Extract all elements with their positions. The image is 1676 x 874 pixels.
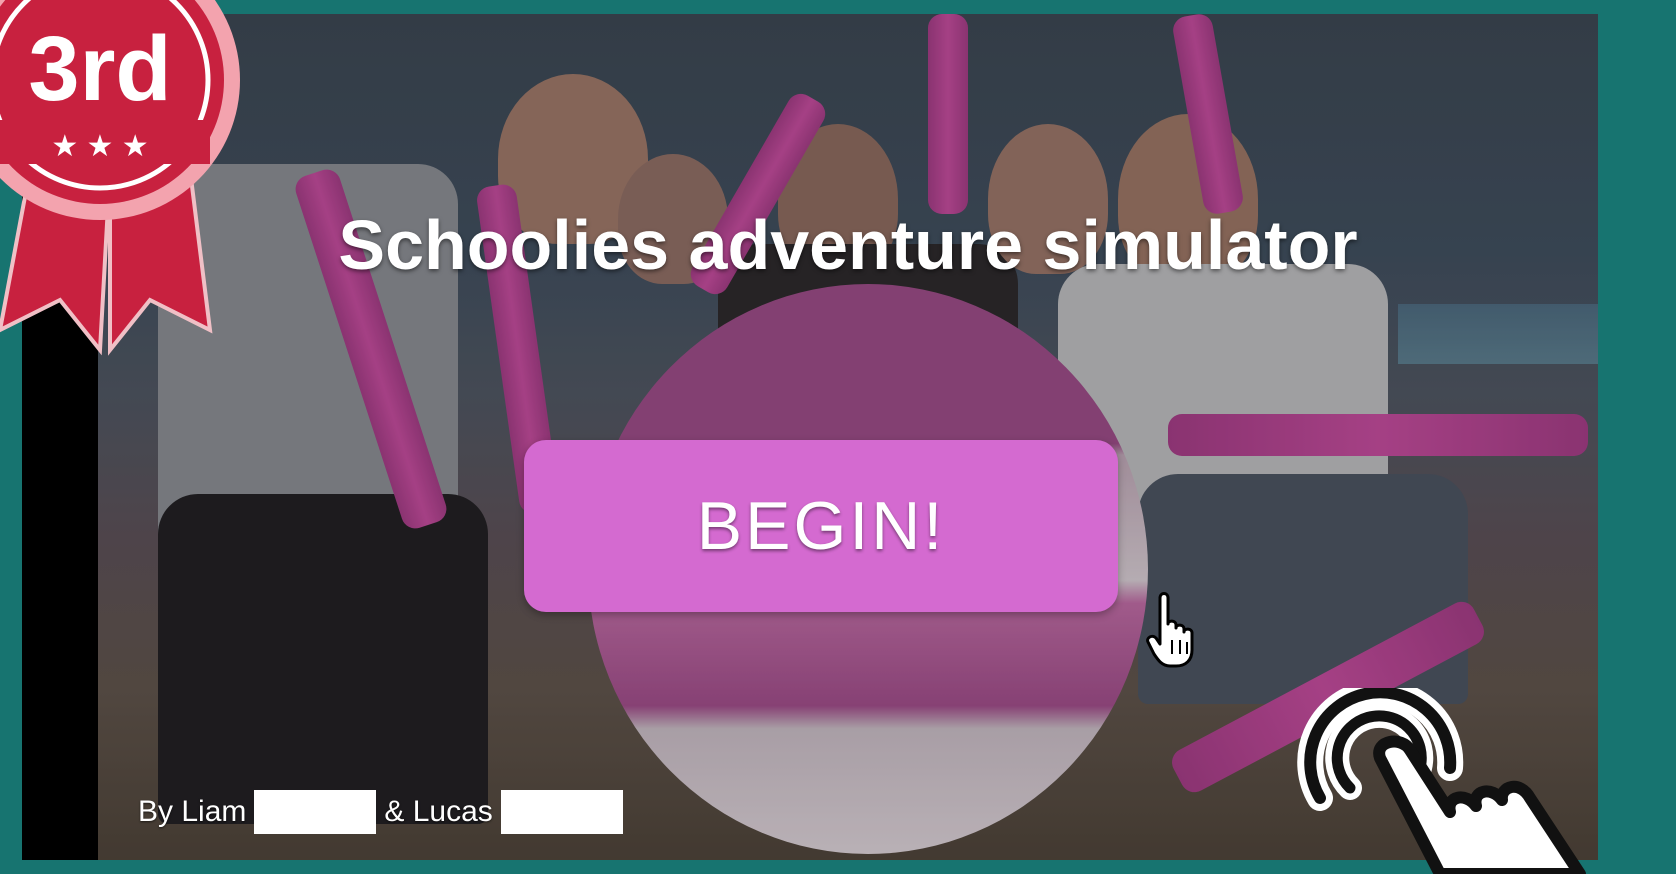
credits-by: By Liam [138, 795, 247, 828]
redacted-name [254, 790, 377, 834]
hand-pointer-icon [1146, 592, 1194, 668]
page-title: Schoolies adventure simulator [338, 206, 1358, 284]
touch-tap-icon [1297, 688, 1586, 874]
begin-button[interactable]: BEGIN! [524, 440, 1118, 612]
badge-text: 3rd [28, 18, 171, 120]
credits: By Liam & Lucas [138, 790, 631, 834]
credits-and: & Lucas [384, 795, 493, 828]
star-icons: ★ ★ ★ [51, 130, 148, 163]
redacted-name [500, 790, 623, 834]
third-place-ribbon: 3rd ★ ★ ★ [0, 0, 240, 356]
